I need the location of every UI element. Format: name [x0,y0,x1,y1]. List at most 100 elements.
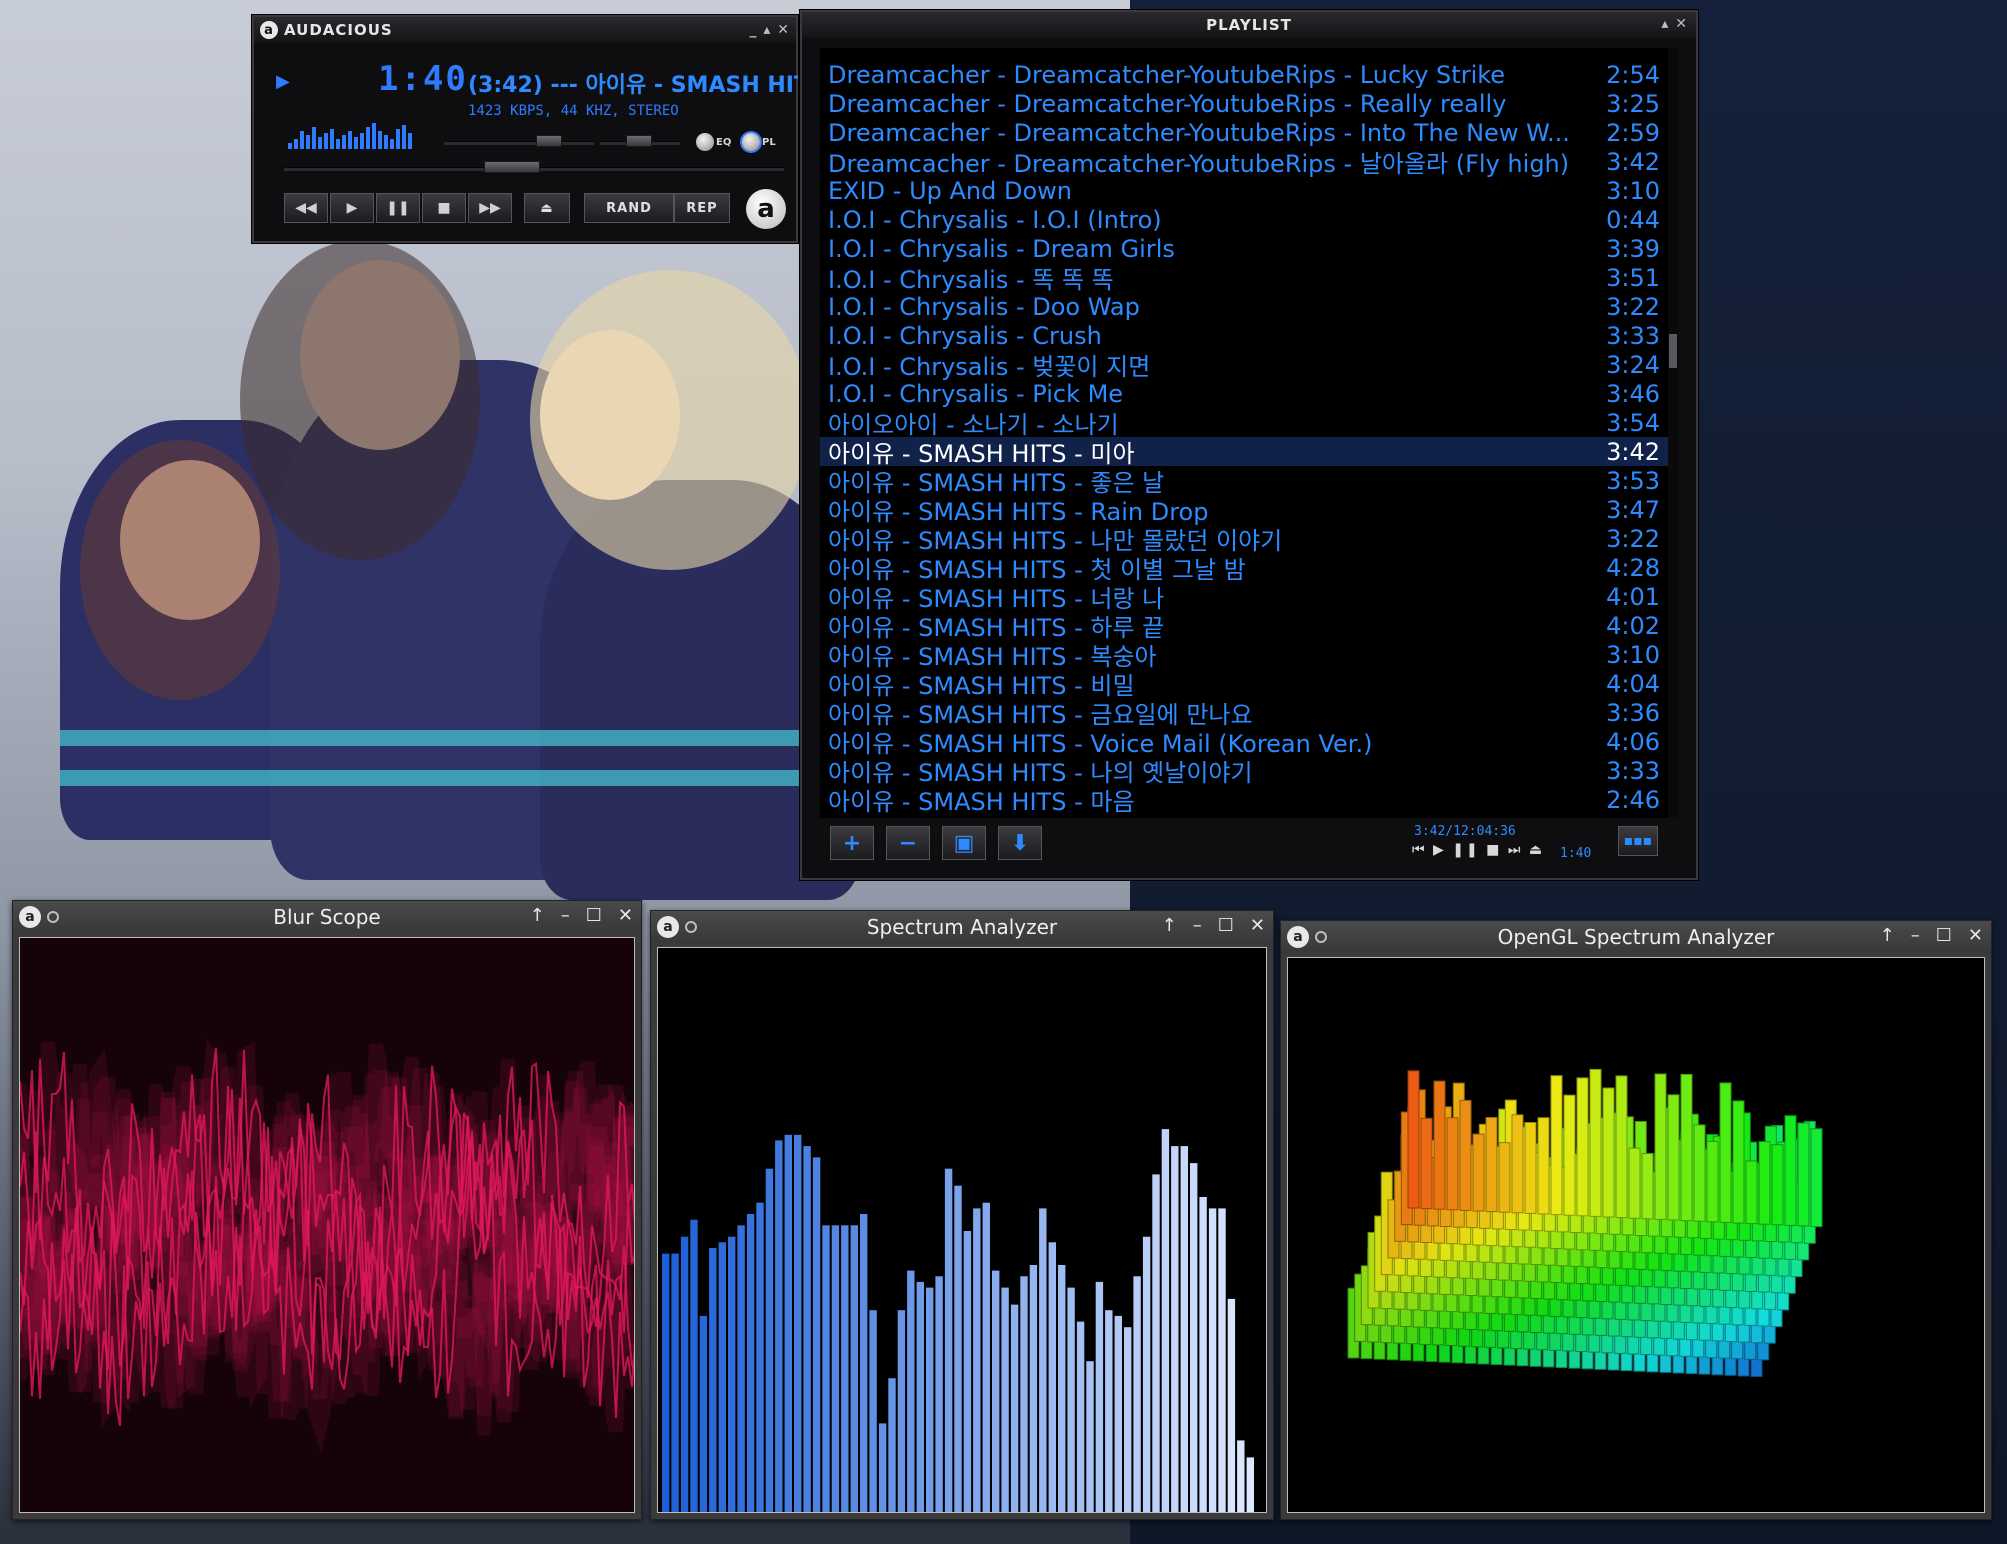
playlist-row[interactable]: 아이유 - SMASH HITS - 복숭아 3:10 [820,640,1670,672]
select-button[interactable]: ▣ [942,826,986,860]
playlist-row[interactable]: 아이유 - SMASH HITS - 하루 끝 4:02 [820,611,1670,643]
close-icon[interactable]: ✕ [1250,915,1265,936]
spectrum-bar [831,1225,840,1512]
playlist-row[interactable]: 아이유 - SMASH HITS - 너랑 나 4:01 [820,582,1670,614]
playlist-row[interactable]: 아이유 - SMASH HITS - 나의 옛날이야기 3:33 [820,756,1670,788]
playlist-row[interactable]: 아이유 - SMASH HITS - Voice Mail (Korean Ve… [820,727,1670,759]
playlist-row[interactable]: 아이유 - SMASH HITS - 금요일에 만나요 3:36 [820,698,1670,730]
playlist-mini-transport[interactable]: ⏮ ▶ ❚❚ ■ ⏭ ⏏ [1412,842,1544,858]
mini-vis-bar [288,143,292,149]
next-button[interactable]: ▶▶ [468,193,512,223]
gl-bar [1589,1068,1602,1217]
eject-button[interactable]: ⏏ [524,193,570,223]
playlist-row[interactable]: I.O.I - Chrysalis - I.O.I (Intro) 0:44 [820,205,1670,234]
playlist-row[interactable]: EXID - Up And Down 3:10 [820,176,1670,205]
previous-button[interactable]: ◀◀ [284,193,328,223]
player-window-controls[interactable]: _ ▴ ✕ [749,22,790,38]
stop-button[interactable]: ■ [422,193,466,223]
playlist-row[interactable]: Dreamcacher - Dreamcatcher-YoutubeRips -… [820,60,1670,89]
maximize-icon[interactable]: ☐ [1218,915,1234,936]
repeat-button[interactable]: REP [674,193,730,223]
playlist-menu-button[interactable]: ▪▪▪ [1618,826,1658,856]
spectrum-bar [1171,1146,1179,1512]
spectrum-bar [1067,1287,1075,1512]
playlist-row[interactable]: I.O.I - Chrysalis - Dream Girls 3:39 [820,234,1670,263]
close-icon[interactable]: ✕ [618,905,633,926]
spectrum-bar [1161,1129,1170,1512]
maximize-icon[interactable]: ☐ [586,905,602,926]
keep-above-icon[interactable]: ↑ [1162,915,1177,936]
player-titlebar[interactable]: a AUDACIOUS _ ▴ ✕ [254,17,796,43]
keep-above-icon[interactable]: ↑ [1880,925,1895,946]
volume-slider[interactable] [444,141,594,145]
playlist-row[interactable]: I.O.I - Chrysalis - 벚꽃이 지면 3:24 [820,350,1670,382]
track-title: Dreamcacher - Dreamcatcher-YoutubeRips -… [828,89,1507,118]
track-title: I.O.I - Chrysalis - Crush [828,321,1102,350]
maximize-icon[interactable]: ☐ [1936,925,1952,946]
playlist-row[interactable]: 아이유 - SMASH HITS - 좋은 날 3:53 [820,466,1670,498]
pl-toggle-button[interactable] [742,133,760,151]
window-menu-icon[interactable] [47,911,59,923]
playlist-row[interactable]: 아이오아이 - 소나기 - 소나기 3:54 [820,408,1670,440]
audacious-menu-icon[interactable]: a [746,189,786,229]
spectrum-bar [878,1423,887,1512]
playlist-row[interactable]: I.O.I - Chrysalis - 똑 똑 똑 3:51 [820,263,1670,295]
playlist-row[interactable]: 아이유 - SMASH HITS - Rain Drop 3:47 [820,495,1670,527]
playlist-row[interactable]: 아이유 - SMASH HITS - 비밀 4:04 [820,669,1670,701]
window-menu-icon[interactable] [685,921,697,933]
playlist-window-controls[interactable]: ▴ ✕ [1661,16,1688,32]
playlist-window: PLAYLIST ▴ ✕ Dreamcacher - Dreamcatcher-… [800,10,1698,880]
app-icon[interactable]: a [657,916,679,938]
playlist-track-list[interactable]: Dreamcacher - Dreamcatcher-YoutubeRips -… [820,48,1670,818]
playlist-row[interactable]: Dreamcacher - Dreamcatcher-YoutubeRips -… [820,118,1670,147]
spectrum-bar [926,1287,934,1512]
playlist-row[interactable]: I.O.I - Chrysalis - Doo Wap 3:22 [820,292,1670,321]
volume-slider-thumb[interactable] [536,135,562,147]
keep-above-icon[interactable]: ↑ [530,905,545,926]
mini-vis-bar [372,123,376,149]
playlist-titlebar[interactable]: PLAYLIST ▴ ✕ [802,12,1696,38]
play-button[interactable]: ▶ [330,193,374,223]
spectrum-analyzer-canvas [657,947,1267,1513]
playlist-row[interactable]: I.O.I - Chrysalis - Pick Me 3:46 [820,379,1670,408]
playlist-row[interactable]: 아이유 - SMASH HITS - 마음 2:46 [820,785,1670,817]
spectrum-bar [973,1208,981,1512]
minimize-icon[interactable]: – [1911,925,1920,946]
blur-scope-titlebar[interactable]: a Blur Scope ↑ – ☐ ✕ [13,901,641,933]
playlist-row[interactable]: Dreamcacher - Dreamcatcher-YoutubeRips -… [820,147,1670,179]
misc-options-button[interactable]: ⬇ [998,826,1042,860]
track-duration: 2:46 [1606,785,1660,814]
eq-toggle-button[interactable] [696,133,714,151]
add-track-button[interactable]: + [830,826,874,860]
song-title-marquee: (3:42) --- 아이유 - SMASH HITS - 미아 --- [468,73,798,98]
window-menu-icon[interactable] [1315,931,1327,943]
gl-bar [1680,1073,1693,1222]
pause-button[interactable]: ❚❚ [376,193,420,223]
balance-slider-thumb[interactable] [626,135,652,147]
seek-bar-thumb[interactable] [484,161,540,173]
playlist-row[interactable]: Dreamcacher - Dreamcatcher-YoutubeRips -… [820,89,1670,118]
remove-track-button[interactable]: − [886,826,930,860]
spectrum-bar [1039,1208,1047,1512]
spectrum-bar [992,1270,1000,1512]
time-elapsed-display[interactable]: 1:40 [378,59,468,99]
playlist-row[interactable]: 아이유 - SMASH HITS - 나만 몰랐던 이야기 3:22 [820,524,1670,556]
playlist-scrollbar[interactable] [1668,48,1678,818]
mini-visualizer[interactable] [288,117,438,149]
close-icon[interactable]: ✕ [1968,925,1983,946]
minimize-icon[interactable]: – [1193,915,1202,936]
minimize-icon[interactable]: – [561,905,570,926]
playlist-scrollbar-thumb[interactable] [1669,334,1677,368]
gl-bar [1771,1144,1784,1226]
opengl-spectrum-titlebar[interactable]: a OpenGL Spectrum Analyzer ↑ – ☐ ✕ [1281,921,1991,953]
playlist-row[interactable]: I.O.I - Chrysalis - Crush 3:33 [820,321,1670,350]
playlist-bottom-bar: + − ▣ ⬇ 3:42/12:04:36 ⏮ ▶ ❚❚ ■ ⏭ ⏏ 1:40 … [820,818,1670,870]
spectrum-analyzer-titlebar[interactable]: a Spectrum Analyzer ↑ – ☐ ✕ [651,911,1273,943]
playlist-row[interactable]: 아이유 - SMASH HITS - 첫 이별 그날 밤 4:28 [820,553,1670,585]
playlist-row[interactable]: 아이유 - SMASH HITS - 미아 3:42 [820,437,1670,468]
app-icon[interactable]: a [1287,926,1309,948]
shuffle-button[interactable]: RAND [584,193,674,223]
track-duration: 3:39 [1606,234,1660,263]
track-duration: 3:54 [1606,408,1660,437]
app-icon[interactable]: a [19,906,41,928]
